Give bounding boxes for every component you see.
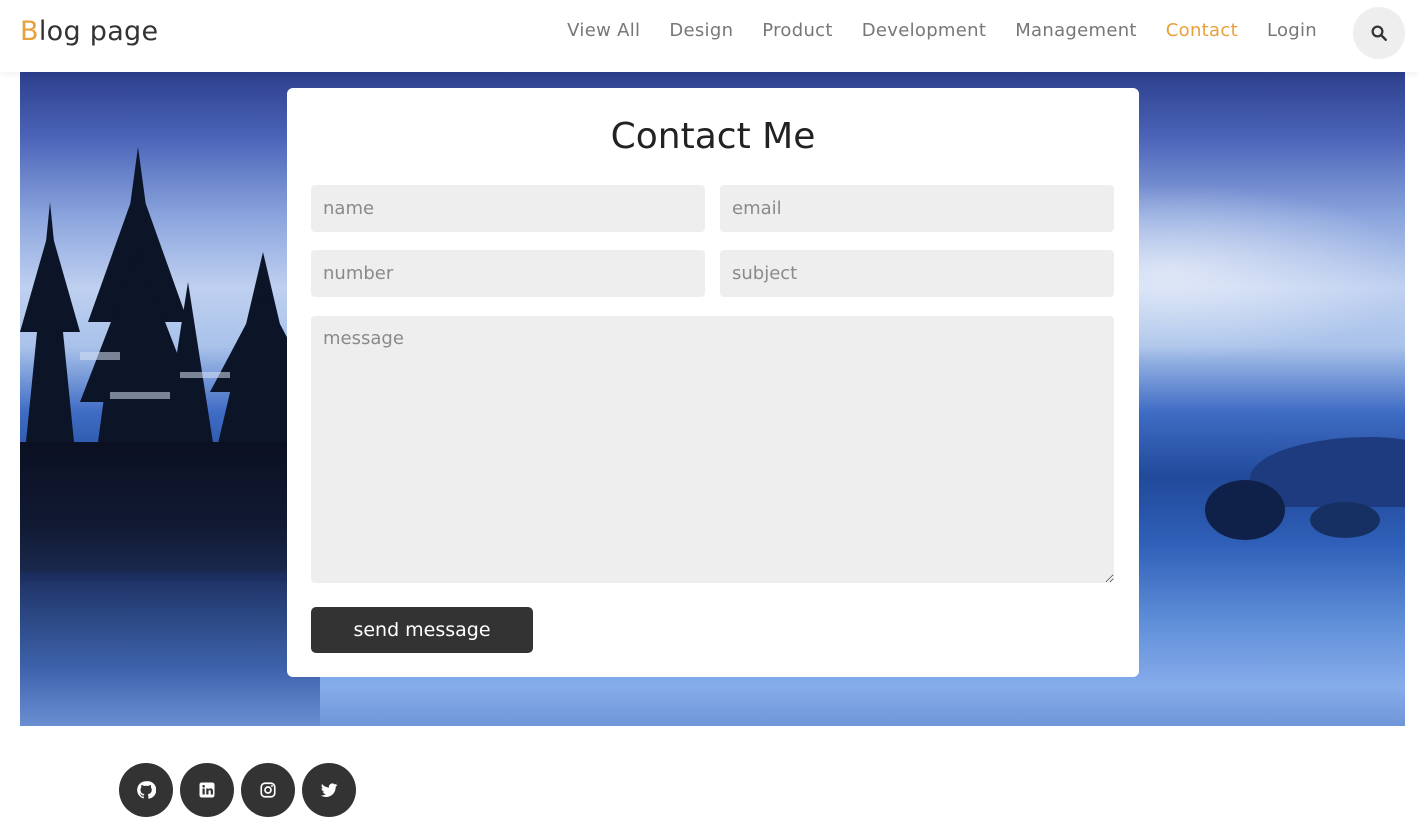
instagram-link[interactable]	[241, 763, 295, 817]
linkedin-link[interactable]	[180, 763, 234, 817]
nav-view-all[interactable]: View All	[567, 20, 640, 41]
site-logo[interactable]: Blog page	[20, 16, 158, 47]
nav-contact[interactable]: Contact	[1166, 20, 1238, 41]
rock	[1205, 480, 1285, 540]
number-input[interactable]	[311, 250, 705, 297]
water-reflection	[20, 572, 320, 726]
logo-text: log page	[38, 16, 159, 47]
nav-design[interactable]: Design	[669, 20, 733, 41]
nav-management[interactable]: Management	[1015, 20, 1137, 41]
send-message-button[interactable]: send message	[311, 607, 533, 653]
rock	[1310, 502, 1380, 538]
twitter-icon	[320, 783, 338, 798]
linkedin-icon	[199, 782, 215, 798]
search-button[interactable]	[1353, 7, 1405, 59]
github-link[interactable]	[119, 763, 173, 817]
social-links	[119, 763, 356, 817]
instagram-icon	[260, 782, 276, 798]
github-icon	[137, 781, 156, 799]
search-icon	[1371, 25, 1387, 41]
twitter-link[interactable]	[302, 763, 356, 817]
logo-first-letter: B	[20, 16, 39, 47]
name-input[interactable]	[311, 185, 705, 232]
nav-product[interactable]: Product	[762, 20, 832, 41]
main-nav: View All Design Product Development Mana…	[567, 20, 1317, 41]
form-title: Contact Me	[610, 116, 816, 157]
email-input[interactable]	[720, 185, 1114, 232]
nav-development[interactable]: Development	[862, 20, 986, 41]
subject-input[interactable]	[720, 250, 1114, 297]
nav-login[interactable]: Login	[1267, 20, 1317, 41]
shore-silhouette	[20, 442, 320, 582]
contact-form-card: Contact Me send message	[287, 88, 1139, 677]
message-textarea[interactable]	[311, 316, 1114, 583]
top-navbar: Blog page View All Design Product Develo…	[0, 0, 1419, 72]
